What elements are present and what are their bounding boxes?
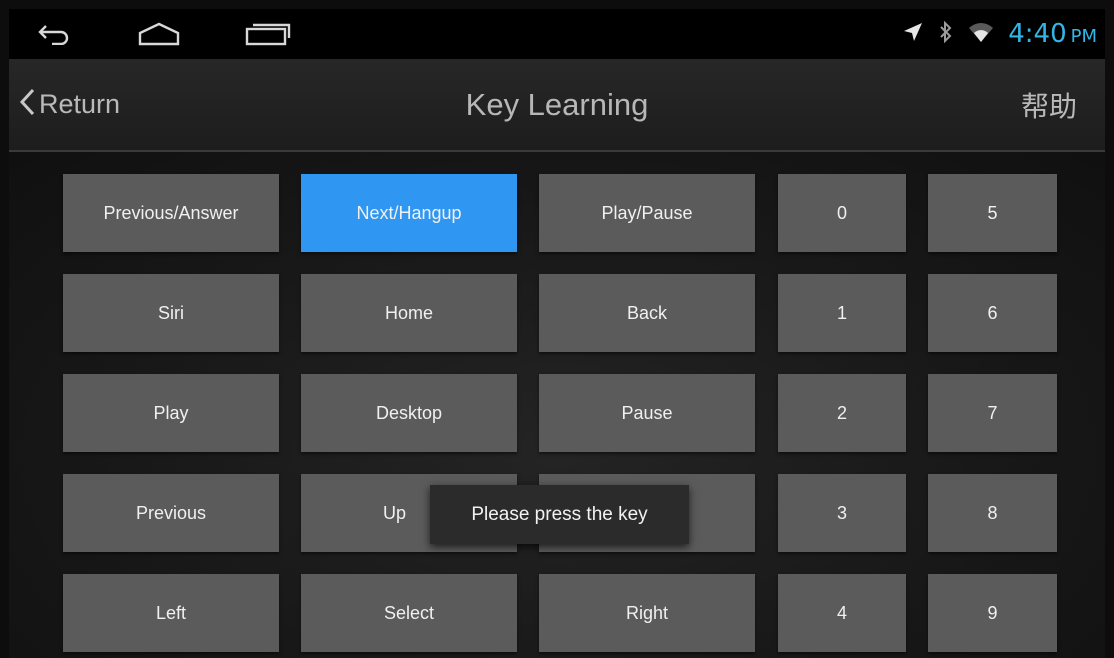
key-grid: Previous/Answer Next/Hangup Play/Pause 0… [9,152,1105,658]
key-pause[interactable]: Pause [539,374,755,452]
key-left[interactable]: Left [63,574,279,652]
key-select[interactable]: Select [301,574,517,652]
help-button[interactable]: 帮助 [1021,85,1077,125]
status-indicators: 4:40 PM [902,9,1097,59]
back-icon[interactable] [37,9,71,59]
action-bar: Key Learning Return 帮助 [9,59,1105,152]
key-previous-answer[interactable]: Previous/Answer [63,174,279,252]
clock-ampm: PM [1070,26,1097,47]
return-label: Return [39,88,121,119]
status-clock: 4:40 PM [1008,19,1097,49]
key-num-4[interactable]: 4 [778,574,906,652]
page-title: Key Learning [465,87,649,122]
key-back[interactable]: Back [539,274,755,352]
key-right[interactable]: Right [539,574,755,652]
return-button[interactable]: Return [19,81,120,127]
key-siri[interactable]: Siri [63,274,279,352]
key-home[interactable]: Home [301,274,517,352]
status-bar: 4:40 PM [9,9,1105,59]
key-num-7[interactable]: 7 [928,374,1057,452]
key-num-3[interactable]: 3 [778,474,906,552]
key-play[interactable]: Play [63,374,279,452]
key-num-8[interactable]: 8 [928,474,1057,552]
key-num-1[interactable]: 1 [778,274,906,352]
toast-message: Please press the key [430,485,689,544]
clock-time: 4:40 [1008,19,1067,49]
key-next-hangup[interactable]: Next/Hangup [301,174,517,252]
key-num-0[interactable]: 0 [778,174,906,252]
key-num-2[interactable]: 2 [778,374,906,452]
bluetooth-icon [938,20,954,47]
location-icon [902,21,924,47]
key-num-6[interactable]: 6 [928,274,1057,352]
key-num-5[interactable]: 5 [928,174,1057,252]
recent-apps-icon[interactable] [245,9,291,59]
key-previous[interactable]: Previous [63,474,279,552]
wifi-icon [968,21,994,47]
key-play-pause[interactable]: Play/Pause [539,174,755,252]
key-num-9[interactable]: 9 [928,574,1057,652]
key-desktop[interactable]: Desktop [301,374,517,452]
chevron-left-icon [19,88,35,120]
screen-frame: 4:40 PM Key Learning Return 帮助 Previous/A… [0,0,1114,658]
home-icon[interactable] [137,9,181,59]
